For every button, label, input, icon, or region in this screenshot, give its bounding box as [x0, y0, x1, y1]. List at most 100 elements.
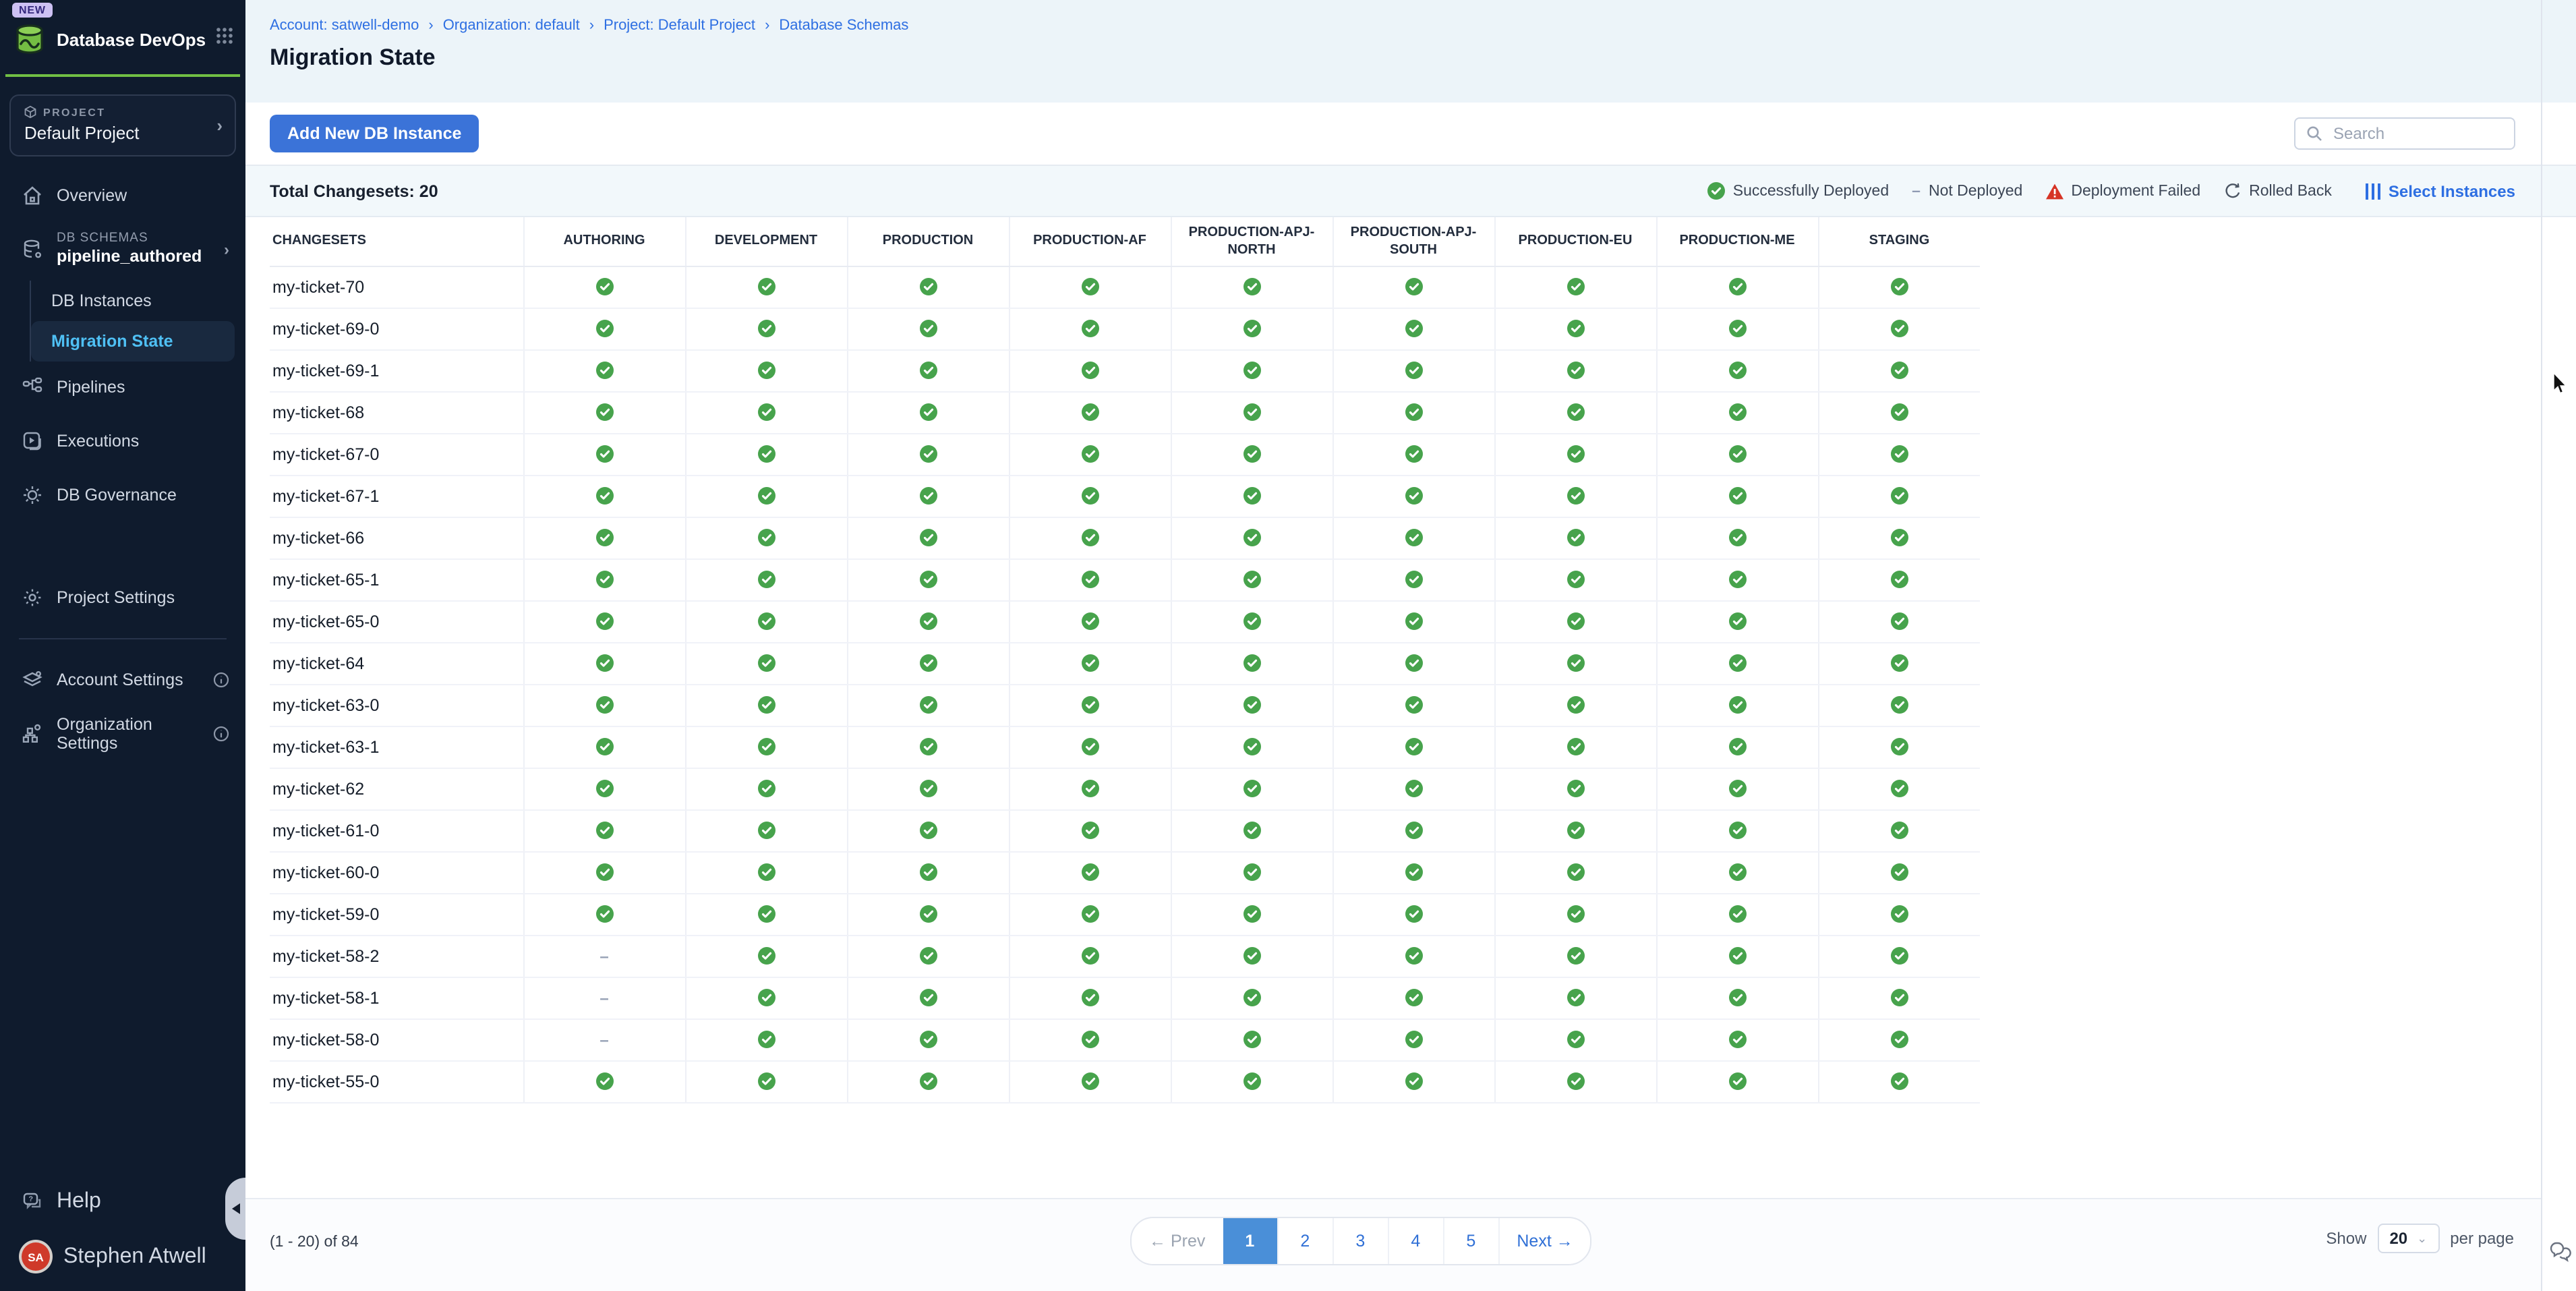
success-icon — [1081, 780, 1099, 798]
add-db-instance-button[interactable]: Add New DB Instance — [270, 115, 479, 152]
success-icon — [1891, 1031, 1908, 1049]
success-icon — [1728, 362, 1746, 380]
status-cell — [1818, 266, 1980, 308]
success-icon — [757, 529, 775, 547]
breadcrumb-database-schemas[interactable]: Database Schemas — [779, 18, 908, 34]
column-header: PRODUCTION-ME — [1656, 217, 1818, 266]
project-selector[interactable]: PROJECT Default Project › — [9, 94, 236, 156]
success-icon — [1567, 948, 1584, 965]
status-cell — [1494, 350, 1656, 392]
status-cell — [1009, 852, 1171, 894]
status-cell — [1818, 726, 1980, 768]
app-logo-icon — [12, 22, 47, 57]
status-cell — [685, 308, 847, 350]
changeset-name-cell: my-ticket-55-0 — [270, 1061, 523, 1103]
search-box[interactable] — [2294, 117, 2515, 150]
sidebar-item-pipelines[interactable]: Pipelines — [0, 364, 245, 409]
breadcrumb-account[interactable]: Account: satwell-demo — [270, 18, 419, 34]
status-cell — [1333, 517, 1494, 559]
success-icon — [1081, 362, 1099, 380]
status-cell — [685, 810, 847, 852]
status-cell — [1009, 726, 1171, 768]
success-icon — [1243, 446, 1260, 463]
success-icon — [1567, 446, 1584, 463]
next-page-button[interactable]: Next → — [1498, 1218, 1590, 1264]
status-cell — [1494, 392, 1656, 434]
status-cell — [1818, 392, 1980, 434]
sidebar-item-overview[interactable]: Overview — [0, 173, 245, 219]
sidebar-item-account-settings[interactable]: Account Settings — [0, 656, 245, 702]
info-icon[interactable] — [213, 725, 229, 741]
table-row: my-ticket-61-0 — [270, 810, 1980, 852]
success-icon — [757, 822, 775, 840]
prev-page-button[interactable]: ← Prev — [1132, 1218, 1223, 1264]
success-icon — [919, 906, 937, 923]
success-icon — [1728, 529, 1746, 547]
success-icon — [1405, 989, 1422, 1007]
info-icon[interactable] — [213, 671, 229, 687]
support-chat-icon[interactable] — [2549, 1241, 2572, 1269]
status-cell — [685, 685, 847, 726]
user-menu[interactable]: SA Stephen Atwell — [0, 1226, 245, 1283]
page-size-select[interactable]: 20 ⌄ — [2377, 1224, 2439, 1253]
status-cell — [1818, 601, 1980, 643]
sidebar-item-executions[interactable]: Executions — [0, 418, 245, 463]
success-icon — [1081, 613, 1099, 631]
dash-icon: – — [1912, 183, 1921, 199]
sidebar-divider — [19, 637, 227, 639]
success-icon — [1405, 446, 1422, 463]
sidebar-item-project-settings[interactable]: Project Settings — [0, 574, 245, 620]
table-row: my-ticket-59-0 — [270, 894, 1980, 936]
project-label: PROJECT — [24, 105, 221, 119]
play-icon — [22, 430, 43, 451]
sidebar-item-label: Project Settings — [57, 587, 175, 606]
sidebar-item-text: DB SCHEMAS pipeline_authored — [57, 231, 210, 268]
success-icon — [1081, 529, 1099, 547]
sidebar-item-migration-state[interactable]: Migration State — [31, 320, 235, 361]
sidebar-item-help[interactable]: ? Help — [0, 1178, 245, 1226]
success-icon — [1081, 320, 1099, 338]
sidebar-item-organization-settings[interactable]: Organization Settings — [0, 702, 245, 764]
sidebar-collapse-handle[interactable] — [225, 1178, 245, 1240]
success-icon — [1405, 529, 1422, 547]
changeset-name-cell: my-ticket-58-0 — [270, 1019, 523, 1061]
show-label: Show — [2326, 1229, 2366, 1248]
select-instances-button[interactable]: Select Instances — [2366, 181, 2515, 200]
status-cell — [685, 266, 847, 308]
status-cell — [685, 559, 847, 601]
sidebar-item-db-schemas[interactable]: DB SCHEMAS pipeline_authored › — [0, 219, 245, 280]
status-cell — [523, 894, 685, 936]
page-button-4[interactable]: 4 — [1387, 1218, 1442, 1264]
sidebar-item-db-instances[interactable]: DB Instances — [31, 280, 235, 320]
status-cell — [1818, 434, 1980, 476]
sidebar-item-db-governance[interactable]: DB Governance — [0, 471, 245, 517]
status-cell — [1009, 559, 1171, 601]
success-icon — [1891, 1073, 1908, 1091]
success-icon — [1891, 697, 1908, 714]
status-cell — [1494, 852, 1656, 894]
legend-rolled-back: Rolled Back — [2223, 182, 2332, 200]
breadcrumb-project[interactable]: Project: Default Project — [604, 18, 755, 34]
changeset-name-cell: my-ticket-63-1 — [270, 726, 523, 768]
status-cell — [1494, 1061, 1656, 1103]
success-icon — [757, 697, 775, 714]
svg-text:?: ? — [28, 1195, 33, 1203]
breadcrumb-organization[interactable]: Organization: default — [443, 18, 580, 34]
status-cell — [1494, 936, 1656, 977]
avatar: SA — [22, 1242, 50, 1271]
sidebar-item-label: Pipelines — [57, 377, 125, 396]
status-cell — [1656, 1061, 1818, 1103]
success-icon — [757, 488, 775, 505]
app-grid-icon[interactable] — [215, 27, 233, 51]
page-button-2[interactable]: 2 — [1277, 1218, 1332, 1264]
search-input[interactable] — [2331, 123, 2503, 144]
page-button-3[interactable]: 3 — [1332, 1218, 1387, 1264]
status-cell — [1009, 810, 1171, 852]
success-icon — [919, 279, 937, 296]
page-button-1[interactable]: 1 — [1223, 1218, 1277, 1264]
status-cell — [685, 434, 847, 476]
changeset-name-cell: my-ticket-67-1 — [270, 476, 523, 517]
page-button-5[interactable]: 5 — [1442, 1218, 1498, 1264]
success-icon — [1891, 488, 1908, 505]
app-window: NEW Database DevOps PROJECT Default Proj… — [0, 0, 2576, 1291]
